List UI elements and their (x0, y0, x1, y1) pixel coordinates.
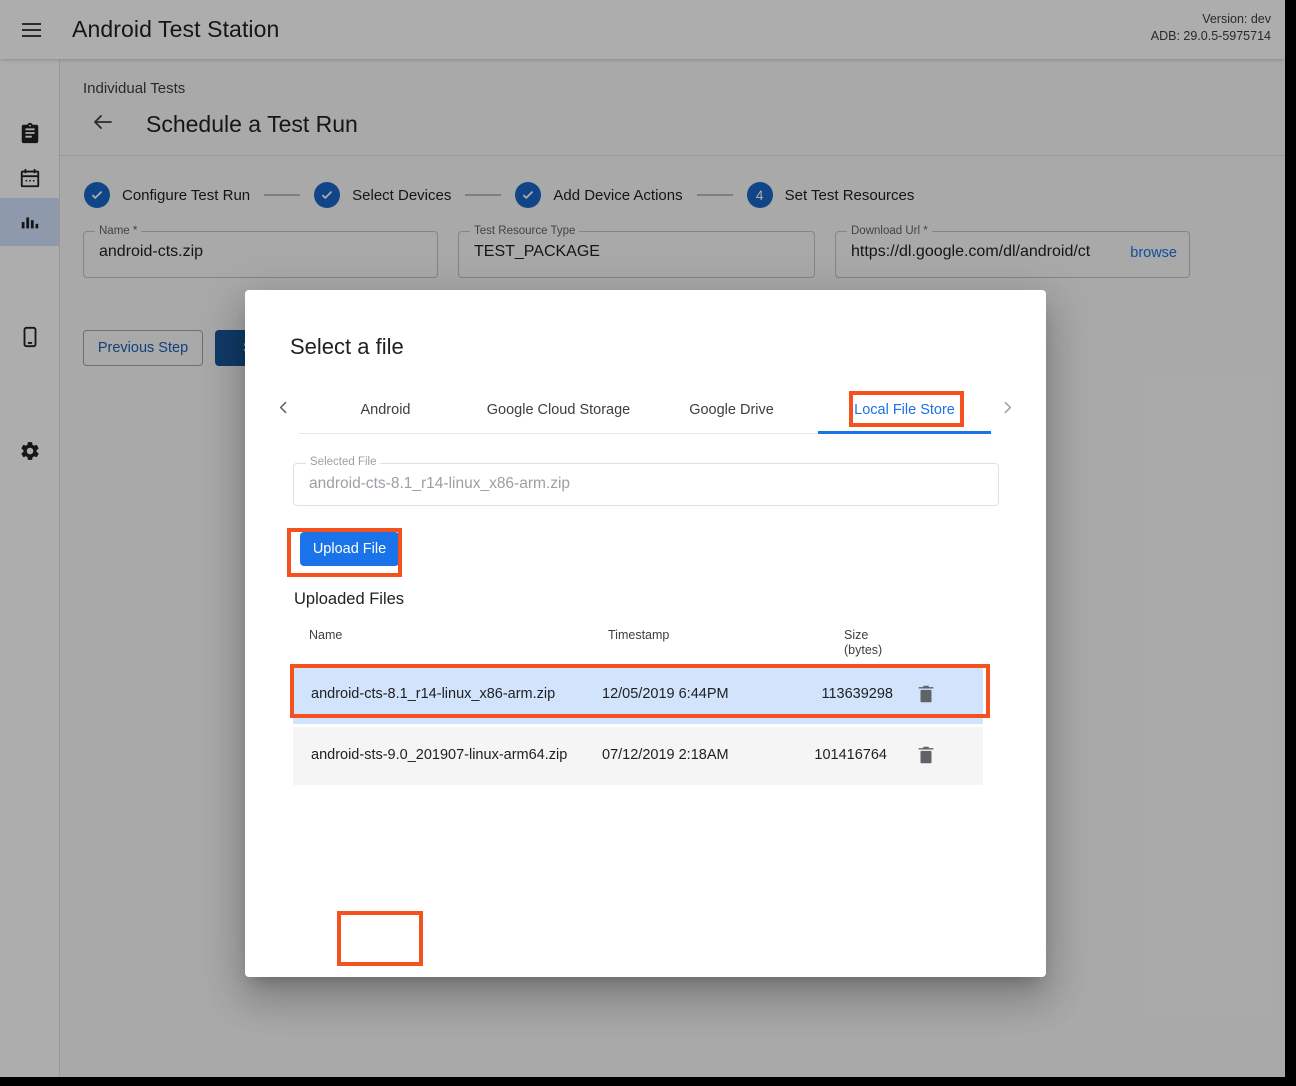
trash-icon (915, 692, 937, 709)
file-size: 101416764 (814, 747, 887, 763)
upload-file-button[interactable]: Upload File (300, 532, 399, 566)
select-file-dialog: Select a file Android Google Cloud Stora… (245, 290, 1046, 977)
file-name: android-cts-8.1_r14-linux_x86-arm.zip (311, 686, 555, 702)
window-edge-right (1285, 0, 1296, 1086)
delete-file-button[interactable] (915, 683, 939, 707)
chevron-left-icon (275, 399, 292, 421)
file-timestamp: 07/12/2019 2:18AM (602, 747, 729, 763)
chevron-right-icon (999, 399, 1016, 421)
uploaded-files-heading: Uploaded Files (294, 590, 404, 609)
table-row[interactable]: android-cts-8.1_r14-linux_x86-arm.zip 12… (293, 666, 983, 724)
selected-file-input[interactable]: Selected File android-cts-8.1_r14-linux_… (293, 463, 999, 506)
trash-icon (915, 753, 937, 770)
window-edge-bottom (0, 1077, 1296, 1086)
selected-file-value: android-cts-8.1_r14-linux_x86-arm.zip (309, 475, 570, 493)
table-header-row: Name Timestamp Size (bytes) (293, 628, 983, 666)
file-name: android-sts-9.0_201907-linux-arm64.zip (311, 747, 567, 763)
dialog-tabs: Android Google Cloud Storage Google Driv… (267, 386, 1023, 434)
tabs-scroll-left-button[interactable] (267, 386, 299, 434)
tab-google-cloud-storage[interactable]: Google Cloud Storage (472, 386, 645, 433)
tab-list: Android Google Cloud Storage Google Driv… (299, 386, 991, 434)
file-size: 113639298 (789, 686, 893, 702)
tabs-scroll-right-button[interactable] (991, 386, 1023, 434)
column-header-timestamp: Timestamp (608, 628, 669, 643)
selected-file-label: Selected File (306, 456, 380, 468)
uploaded-files-table: Name Timestamp Size (bytes) android-cts-… (293, 628, 983, 788)
column-header-size: Size (bytes) (844, 628, 882, 658)
column-header-name: Name (309, 628, 342, 643)
app-window: Android Test Station Version: dev ADB: 2… (0, 0, 1296, 1086)
table-row[interactable]: android-sts-9.0_201907-linux-arm64.zip 0… (293, 727, 983, 785)
column-header-size-line2: (bytes) (844, 643, 882, 658)
tab-android[interactable]: Android (299, 386, 472, 433)
column-header-size-line1: Size (844, 628, 882, 643)
tab-google-drive[interactable]: Google Drive (645, 386, 818, 433)
tab-local-file-store[interactable]: Local File Store (818, 386, 991, 433)
dialog-title: Select a file (290, 334, 404, 360)
delete-file-button[interactable] (915, 744, 939, 768)
file-timestamp: 12/05/2019 6:44PM (602, 686, 729, 702)
